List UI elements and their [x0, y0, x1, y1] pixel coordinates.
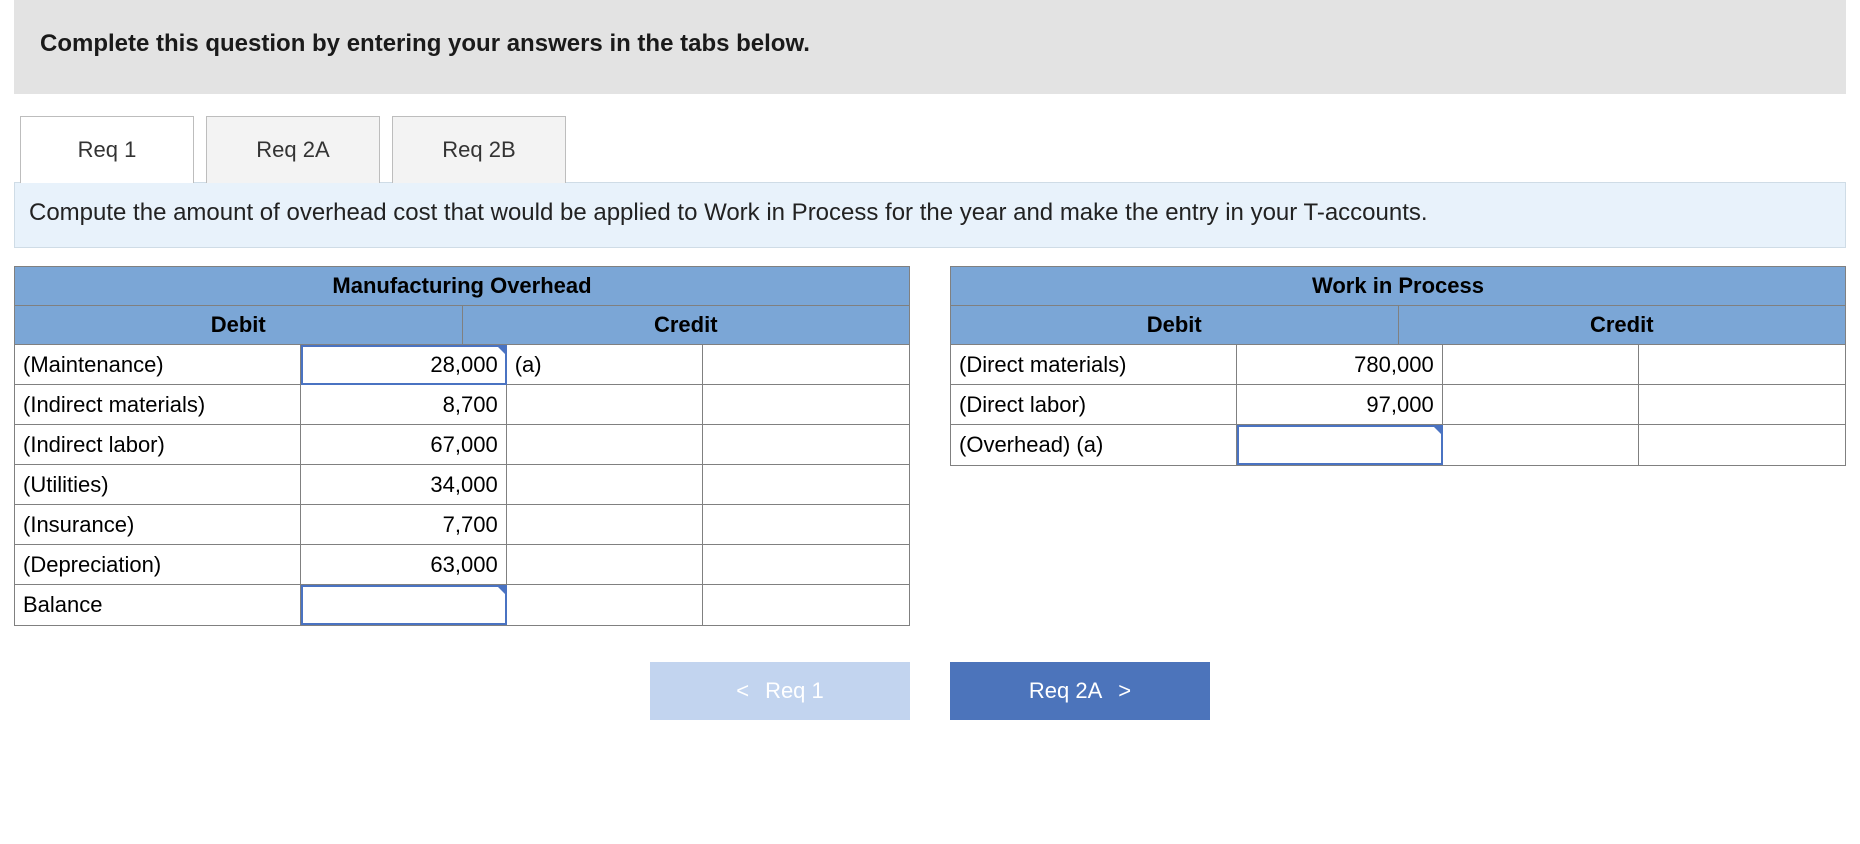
debit-value[interactable]: 67,000 — [301, 425, 507, 465]
credit-value[interactable] — [703, 465, 909, 505]
row-label: (Insurance) — [15, 505, 301, 545]
credit-value[interactable] — [703, 385, 909, 425]
credit-value[interactable] — [1639, 345, 1845, 385]
table-row: (Indirect labor) 67,000 — [15, 425, 909, 465]
credit-label — [507, 465, 704, 505]
tab-req-2b[interactable]: Req 2B — [392, 116, 566, 183]
credit-label — [507, 585, 704, 625]
credit-value[interactable] — [703, 345, 909, 385]
debit-input[interactable]: 28,000 — [301, 345, 507, 385]
table-row: (Overhead) (a) — [951, 425, 1845, 465]
table-row: (Direct labor) 97,000 — [951, 385, 1845, 425]
credit-label — [1443, 425, 1640, 465]
credit-label — [1443, 385, 1640, 425]
row-label: (Direct materials) — [951, 345, 1237, 385]
t-accounts: Manufacturing Overhead Debit Credit (Mai… — [14, 266, 1846, 626]
prev-button: < Req 1 — [650, 662, 910, 720]
table-row: (Depreciation) 63,000 — [15, 545, 909, 585]
instruction-banner: Complete this question by entering your … — [14, 0, 1846, 94]
overhead-credit-header: Credit — [463, 306, 911, 345]
credit-value[interactable] — [703, 545, 909, 585]
table-row: (Direct materials) 780,000 — [951, 345, 1845, 385]
table-row: (Maintenance) 28,000 (a) — [15, 345, 909, 385]
credit-label — [507, 425, 704, 465]
credit-value[interactable] — [703, 425, 909, 465]
tab-req-2a[interactable]: Req 2A — [206, 116, 380, 183]
next-label: Req 2A — [1029, 678, 1102, 704]
row-label: (Utilities) — [15, 465, 301, 505]
debit-value[interactable]: 97,000 — [1237, 385, 1443, 425]
t-account-overhead: Manufacturing Overhead Debit Credit (Mai… — [14, 266, 910, 626]
credit-value[interactable] — [1639, 425, 1845, 465]
credit-label — [507, 385, 704, 425]
wip-title: Work in Process — [950, 266, 1846, 306]
credit-value[interactable] — [703, 505, 909, 545]
credit-value[interactable] — [703, 585, 909, 625]
debit-input[interactable] — [1237, 425, 1443, 465]
row-label: (Maintenance) — [15, 345, 301, 385]
credit-label — [507, 505, 704, 545]
nav-buttons: < Req 1 Req 2A > — [14, 662, 1846, 720]
question-prompt: Compute the amount of overhead cost that… — [14, 182, 1846, 248]
debit-value[interactable]: 63,000 — [301, 545, 507, 585]
overhead-title: Manufacturing Overhead — [14, 266, 910, 306]
credit-label — [507, 545, 704, 585]
row-label: Balance — [15, 585, 301, 625]
row-label: (Direct labor) — [951, 385, 1237, 425]
wip-debit-header: Debit — [950, 306, 1399, 345]
overhead-debit-header: Debit — [14, 306, 463, 345]
t-account-wip: Work in Process Debit Credit (Direct mat… — [950, 266, 1846, 626]
tabs: Req 1 Req 2A Req 2B — [14, 116, 1846, 183]
debit-value[interactable]: 34,000 — [301, 465, 507, 505]
credit-value[interactable] — [1639, 385, 1845, 425]
row-label: (Overhead) (a) — [951, 425, 1237, 465]
credit-label: (a) — [507, 345, 704, 385]
credit-label — [1443, 345, 1640, 385]
table-row: (Indirect materials) 8,700 — [15, 385, 909, 425]
debit-value[interactable]: 8,700 — [301, 385, 507, 425]
debit-value[interactable]: 780,000 — [1237, 345, 1443, 385]
chevron-right-icon: > — [1118, 678, 1131, 704]
debit-input[interactable] — [301, 585, 507, 625]
table-row: Balance — [15, 585, 909, 625]
row-label: (Indirect materials) — [15, 385, 301, 425]
table-row: (Utilities) 34,000 — [15, 465, 909, 505]
chevron-left-icon: < — [736, 678, 749, 704]
debit-value[interactable]: 7,700 — [301, 505, 507, 545]
tab-req-1[interactable]: Req 1 — [20, 116, 194, 183]
wip-credit-header: Credit — [1399, 306, 1847, 345]
row-label: (Indirect labor) — [15, 425, 301, 465]
row-label: (Depreciation) — [15, 545, 301, 585]
table-row: (Insurance) 7,700 — [15, 505, 909, 545]
next-button[interactable]: Req 2A > — [950, 662, 1210, 720]
prev-label: Req 1 — [765, 678, 824, 704]
